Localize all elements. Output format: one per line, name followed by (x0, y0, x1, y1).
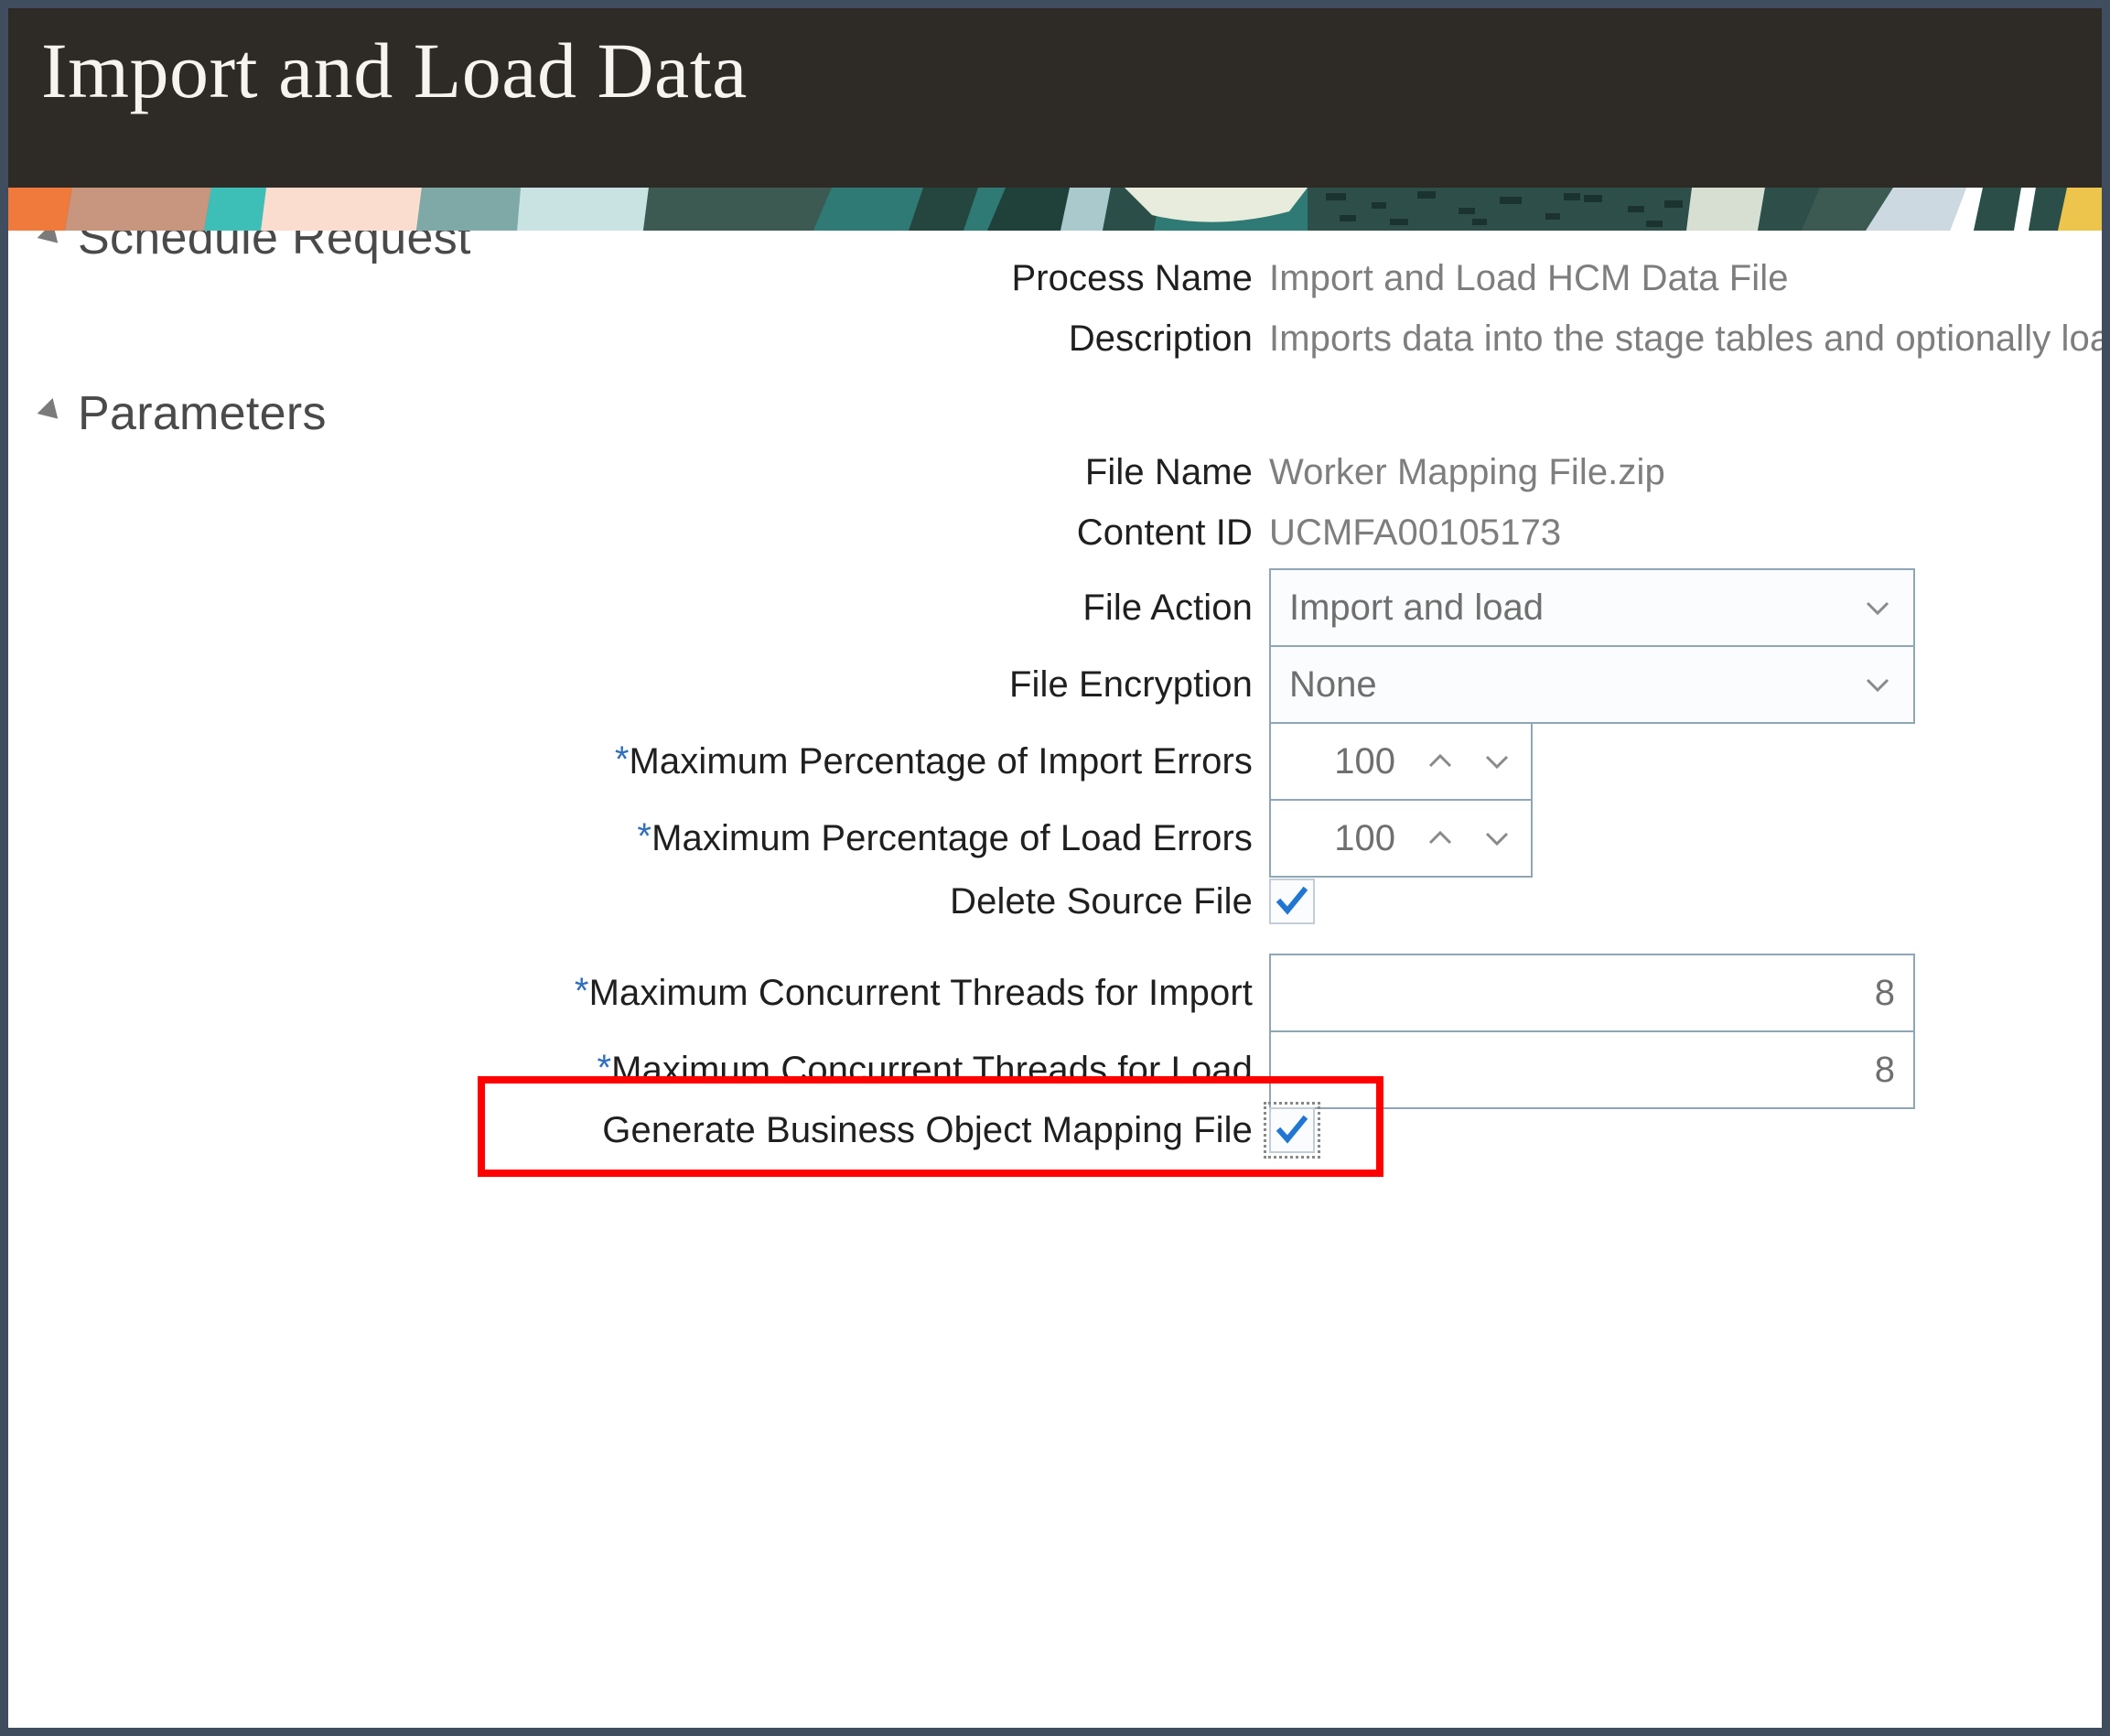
label-text-max-pct-import-errors: Maximum Percentage of Import Errors (629, 740, 1253, 782)
max-pct-load-errors-spinner[interactable]: 100 (1269, 799, 1533, 878)
field-row-process-name: Process Name Import and Load HCM Data Fi… (8, 258, 1789, 299)
required-marker: * (614, 739, 630, 780)
label-file-action: File Action (1082, 587, 1253, 628)
max-threads-import-value: 8 (1874, 972, 1895, 1013)
file-encryption-selected-value: None (1289, 663, 1377, 705)
field-row-max-pct-import-errors: *Maximum Percentage of Import Errors 100 (8, 722, 1533, 801)
field-row-generate-mapping-file: Generate Business Object Mapping File (8, 1102, 1320, 1159)
label-max-pct-load-errors: *Maximum Percentage of Load Errors (8, 818, 1269, 859)
required-marker: * (574, 970, 589, 1011)
field-row-description: Description Imports data into the stage … (8, 318, 2102, 360)
value-process-name: Import and Load HCM Data File (1269, 258, 1789, 298)
label-text-max-pct-load-errors: Maximum Percentage of Load Errors (651, 817, 1253, 858)
max-threads-load-input[interactable]: 8 (1269, 1030, 1915, 1109)
field-row-file-name: File Name Worker Mapping File.zip (8, 452, 1665, 493)
page-header-bar: Import and Load Data (8, 8, 2102, 188)
max-threads-import-input[interactable]: 8 (1269, 954, 1915, 1032)
section-title-parameters: Parameters (78, 387, 327, 440)
label-max-threads-load: *Maximum Concurrent Threads for Load (8, 1050, 1269, 1091)
label-generate-mapping-file: Generate Business Object Mapping File (602, 1109, 1253, 1150)
page-content: Schedule Request Process Name Import and… (8, 231, 2102, 1728)
required-marker: * (597, 1047, 612, 1088)
label-text-max-threads-load: Maximum Concurrent Threads for Load (611, 1049, 1253, 1090)
label-content-id: Content ID (1076, 512, 1253, 553)
file-action-selected-value: Import and load (1289, 587, 1544, 628)
checkmark-icon (1276, 1115, 1308, 1144)
stepper-up-icon[interactable] (1425, 823, 1456, 854)
max-pct-import-errors-spinner[interactable]: 100 (1269, 722, 1533, 801)
field-row-file-action: File Action Import and load (8, 568, 1915, 647)
label-process-name: Process Name (1011, 258, 1253, 298)
label-file-encryption: File Encryption (1008, 663, 1253, 705)
import-and-load-data-page: Import and Load Data Schedule Request Pr… (0, 0, 2110, 1736)
value-description: Imports data into the stage tables and o… (1269, 318, 2102, 359)
decorative-illustration-band (8, 188, 2102, 231)
file-action-select[interactable]: Import and load (1269, 568, 1915, 647)
chevron-down-icon[interactable] (1862, 592, 1893, 623)
page-title: Import and Load Data (41, 27, 748, 114)
field-row-file-encryption: File Encryption None (8, 645, 1915, 724)
max-pct-load-errors-value: 100 (1334, 817, 1395, 858)
field-row-max-threads-import: *Maximum Concurrent Threads for Import 8 (8, 954, 1915, 1032)
label-delete-source-file: Delete Source File (950, 880, 1253, 922)
max-threads-load-value: 8 (1874, 1049, 1895, 1090)
field-row-max-pct-load-errors: *Maximum Percentage of Load Errors 100 (8, 799, 1533, 878)
delete-source-file-checkbox[interactable] (1269, 879, 1315, 924)
disclosure-triangle-icon[interactable] (37, 398, 66, 427)
checkmark-icon (1276, 886, 1308, 915)
stepper-down-icon[interactable] (1481, 823, 1513, 854)
label-text-max-threads-import: Maximum Concurrent Threads for Import (588, 972, 1253, 1013)
field-row-content-id: Content ID UCMFA00105173 (8, 512, 1561, 554)
label-max-threads-import: *Maximum Concurrent Threads for Import (8, 973, 1269, 1014)
required-marker: * (637, 815, 652, 857)
value-file-name: Worker Mapping File.zip (1269, 452, 1665, 492)
value-content-id: UCMFA00105173 (1269, 512, 1562, 553)
disclosure-triangle-icon[interactable] (37, 231, 66, 252)
max-pct-import-errors-value: 100 (1334, 740, 1395, 782)
file-encryption-select[interactable]: None (1269, 645, 1915, 724)
label-file-name: File Name (1084, 452, 1253, 492)
generate-mapping-file-checkbox[interactable] (1264, 1102, 1320, 1159)
stepper-down-icon[interactable] (1481, 746, 1513, 777)
stepper-up-icon[interactable] (1425, 746, 1456, 777)
chevron-down-icon[interactable] (1862, 669, 1893, 700)
label-description: Description (1068, 318, 1253, 359)
section-header-parameters[interactable]: Parameters (37, 386, 327, 441)
field-row-max-threads-load: *Maximum Concurrent Threads for Load 8 (8, 1030, 1915, 1109)
label-max-pct-import-errors: *Maximum Percentage of Import Errors (8, 741, 1269, 782)
field-row-delete-source-file: Delete Source File (8, 879, 1315, 924)
